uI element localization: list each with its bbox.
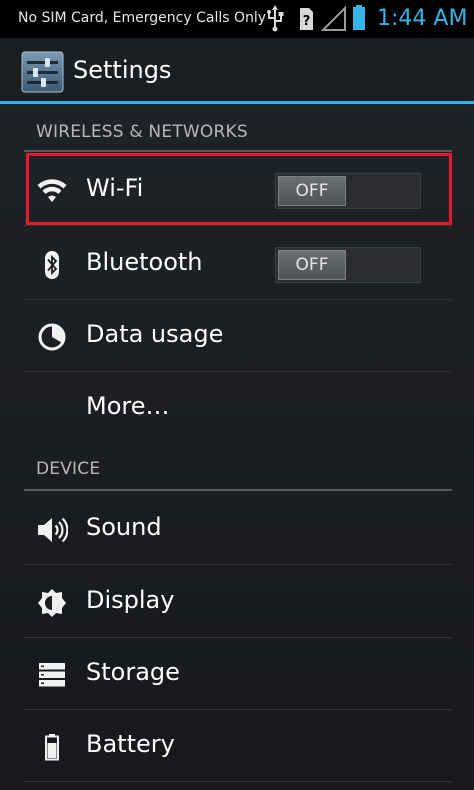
- page-title: Settings: [73, 56, 172, 84]
- settings-sliders-icon[interactable]: [21, 51, 64, 93]
- section-header-wireless: WIRELESS & NETWORKS: [36, 122, 248, 142]
- settings-item-label: Wi-Fi: [86, 174, 144, 202]
- settings-item-label: Storage: [86, 658, 180, 686]
- no-sim-icon: ?: [300, 8, 313, 30]
- svg-text:?: ?: [303, 14, 311, 29]
- settings-item-label: Sound: [86, 513, 162, 541]
- brightness-icon: [38, 589, 66, 617]
- settings-item-label: Battery: [86, 730, 175, 758]
- battery-icon: [353, 5, 365, 30]
- battery-icon: [45, 734, 59, 761]
- row-divider: [24, 225, 452, 226]
- settings-item-label: Bluetooth: [86, 248, 203, 276]
- settings-item-label: Display: [86, 586, 175, 614]
- settings-item-display[interactable]: Display: [24, 566, 452, 638]
- settings-item-storage[interactable]: Storage: [24, 638, 452, 710]
- settings-item-sound[interactable]: Sound: [24, 493, 452, 565]
- section-divider: [24, 489, 452, 491]
- clock: 1:44 AM: [377, 6, 468, 31]
- bluetooth-icon: [45, 251, 59, 279]
- settings-item-bluetooth[interactable]: Bluetooth OFF: [24, 228, 452, 300]
- storage-icon: [39, 663, 65, 687]
- signal-icon: [321, 5, 346, 31]
- carrier-status-text: No SIM Card, Emergency Calls Only: [18, 10, 267, 26]
- bluetooth-toggle[interactable]: OFF: [275, 247, 421, 283]
- row-divider: [24, 564, 452, 565]
- speaker-icon: [38, 517, 68, 543]
- usb-icon: [267, 5, 284, 32]
- settings-item-label: More…: [86, 392, 170, 420]
- settings-item-label: Data usage: [86, 320, 224, 348]
- wifi-toggle-state: OFF: [278, 176, 346, 206]
- data-usage-icon: [38, 323, 66, 351]
- settings-item-data-usage[interactable]: Data usage: [24, 300, 452, 372]
- settings-item-wifi[interactable]: Wi-Fi OFF: [24, 154, 452, 226]
- bluetooth-toggle-state: OFF: [278, 250, 346, 280]
- wifi-icon: [37, 179, 67, 202]
- section-divider: [24, 150, 452, 152]
- settings-item-battery[interactable]: Battery: [24, 710, 452, 782]
- section-header-device: DEVICE: [36, 459, 101, 479]
- settings-item-more[interactable]: More…: [24, 372, 452, 444]
- wifi-toggle[interactable]: OFF: [275, 173, 421, 209]
- row-divider: [24, 781, 452, 782]
- action-bar: Settings: [0, 38, 474, 104]
- status-bar: No SIM Card, Emergency Calls Only ? 1:44…: [0, 0, 474, 38]
